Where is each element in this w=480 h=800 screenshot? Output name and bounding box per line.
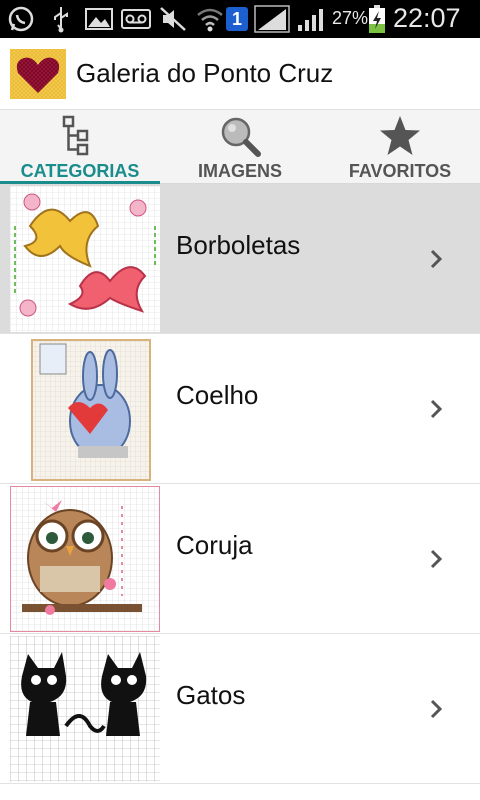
list-item-borboletas[interactable]: Borboletas (0, 184, 480, 334)
signal-icon (298, 9, 323, 31)
heart-cross-stitch-icon (10, 49, 66, 99)
voicemail-icon (121, 9, 151, 29)
list-item-coruja[interactable]: Coruja (0, 484, 480, 634)
notification-badge: 1 (226, 7, 248, 31)
wifi-icon (197, 8, 223, 32)
whatsapp-icon (8, 6, 34, 32)
battery-percent: 27% (332, 8, 369, 28)
status-bar: 1 27% 22:07 (0, 0, 480, 38)
tab-label: FAVORITOS (348, 161, 452, 181)
tab-label: IMAGENS (197, 161, 282, 181)
rabbit-pattern-thumbnail (10, 336, 160, 482)
tab-label: CATEGORIAS (20, 161, 140, 181)
category-tree-icon (62, 115, 89, 156)
image-icon (85, 8, 113, 30)
tab-favoritos[interactable]: FAVORITOS (320, 110, 480, 184)
tab-imagens[interactable]: IMAGENS (160, 110, 320, 184)
list-item-label: Borboletas (176, 230, 301, 260)
list-item-label: Coruja (176, 530, 253, 560)
butterfly-pattern-thumbnail (10, 186, 160, 332)
tab-categorias[interactable]: CATEGORIAS (0, 110, 160, 185)
tab-bar: CATEGORIAS IMAGENS FAVORITOS (0, 110, 480, 185)
list-item-label: Gatos (176, 680, 246, 710)
magnifier-icon (221, 117, 261, 157)
app-title: Galeria do Ponto Cruz (76, 58, 334, 88)
signal-icon (254, 5, 290, 33)
chevron-right-icon (430, 549, 443, 569)
list-item-coelho[interactable]: Coelho (0, 334, 480, 484)
mute-icon (160, 7, 186, 31)
cats-pattern-thumbnail (10, 636, 160, 782)
star-icon (380, 116, 420, 155)
chevron-right-icon (430, 249, 443, 269)
chevron-right-icon (430, 699, 443, 719)
clock: 22:07 (393, 3, 461, 33)
battery-icon (369, 5, 385, 33)
list-item-label: Coelho (176, 380, 259, 410)
owl-pattern-thumbnail (10, 486, 160, 632)
chevron-right-icon (430, 399, 443, 419)
usb-icon (54, 7, 68, 33)
action-bar: Galeria do Ponto Cruz (0, 38, 480, 110)
list-item-gatos[interactable]: Gatos (0, 634, 480, 784)
category-list: Borboletas Coelho Coruja Gatos (0, 184, 480, 800)
